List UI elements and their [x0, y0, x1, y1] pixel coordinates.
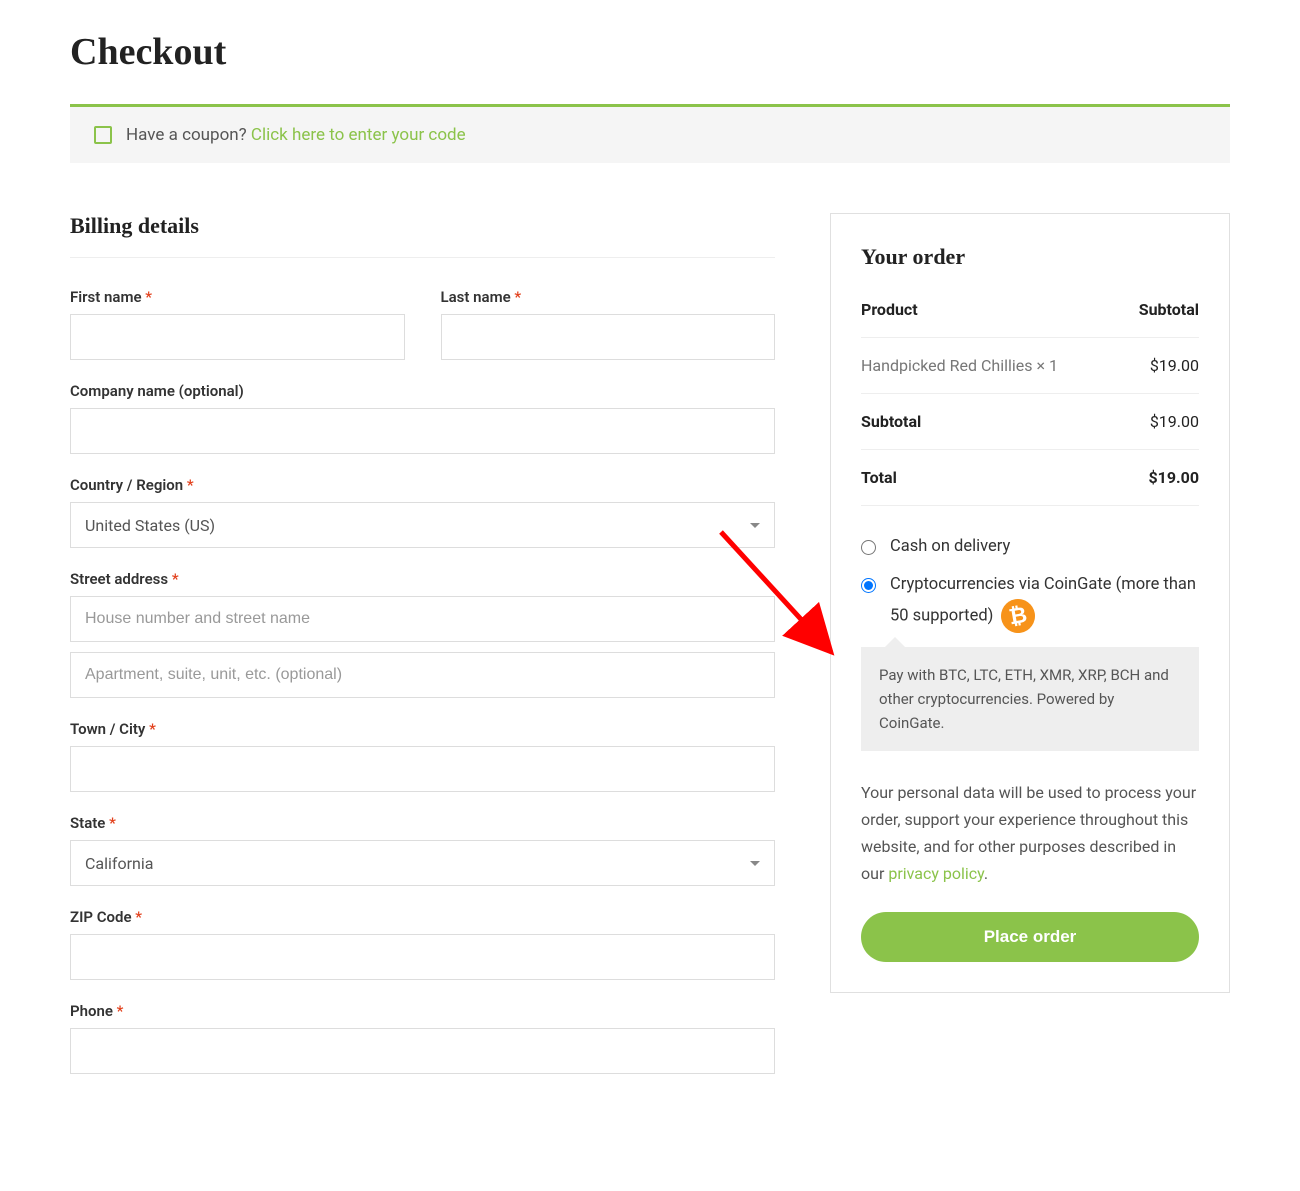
state-value: California [85, 854, 153, 873]
crypto-label-wrap: Cryptocurrencies via CoinGate (more than… [890, 572, 1199, 632]
place-order-button[interactable]: Place order [861, 912, 1199, 962]
payment-option-crypto[interactable]: Cryptocurrencies via CoinGate (more than… [861, 572, 1199, 632]
subtotal-label: Subtotal [861, 394, 1120, 450]
country-select[interactable]: United States (US) [70, 502, 775, 548]
order-table: Product Subtotal Handpicked Red Chillies… [861, 300, 1199, 506]
chevron-down-icon [750, 861, 760, 866]
subtotal-header: Subtotal [1120, 300, 1199, 338]
phone-input[interactable] [70, 1028, 775, 1074]
privacy-policy-link[interactable]: privacy policy [888, 864, 984, 883]
chevron-down-icon [750, 523, 760, 528]
country-label: Country / Region * [70, 476, 775, 494]
cod-label: Cash on delivery [890, 534, 1010, 560]
country-value: United States (US) [85, 516, 215, 535]
page-title: Checkout [70, 30, 1230, 74]
table-row: Handpicked Red Chillies × 1 $19.00 [861, 338, 1199, 394]
coupon-icon [94, 126, 112, 144]
privacy-text-after: . [984, 864, 988, 883]
cod-radio[interactable] [861, 540, 876, 555]
bitcoin-icon: ₿ [999, 596, 1038, 635]
last-name-label: Last name * [441, 288, 776, 306]
product-header: Product [861, 300, 1120, 338]
crypto-radio[interactable] [861, 578, 876, 593]
coupon-notice: Have a coupon? Click here to enter your … [70, 104, 1230, 163]
coupon-text: Have a coupon? Click here to enter your … [126, 125, 466, 145]
billing-heading: Billing details [70, 213, 775, 258]
coupon-link[interactable]: Click here to enter your code [251, 125, 466, 145]
table-row: Total $19.00 [861, 450, 1199, 506]
coupon-prompt: Have a coupon? [126, 125, 251, 145]
crypto-description: Pay with BTC, LTC, ETH, XMR, XRP, BCH an… [861, 647, 1199, 751]
first-name-label: First name * [70, 288, 405, 306]
state-label: State * [70, 814, 775, 832]
zip-label: ZIP Code * [70, 908, 775, 926]
street-label: Street address * [70, 570, 775, 588]
state-select[interactable]: California [70, 840, 775, 886]
table-row: Subtotal $19.00 [861, 394, 1199, 450]
phone-label: Phone * [70, 1002, 775, 1020]
payment-methods: Cash on delivery Cryptocurrencies via Co… [861, 534, 1199, 751]
first-name-input[interactable] [70, 314, 405, 360]
line-item-name: Handpicked Red Chillies × 1 [861, 338, 1120, 394]
line-item-price: $19.00 [1120, 338, 1199, 394]
billing-section: Billing details First name * Last name *… [70, 213, 775, 1096]
street1-input[interactable] [70, 596, 775, 642]
crypto-label: Cryptocurrencies via CoinGate (more than… [890, 575, 1196, 625]
privacy-notice: Your personal data will be used to proce… [861, 779, 1199, 888]
city-label: Town / City * [70, 720, 775, 738]
subtotal-value: $19.00 [1120, 394, 1199, 450]
total-label: Total [861, 450, 1120, 506]
company-input[interactable] [70, 408, 775, 454]
company-label: Company name (optional) [70, 382, 775, 400]
payment-option-cod[interactable]: Cash on delivery [861, 534, 1199, 560]
last-name-input[interactable] [441, 314, 776, 360]
total-value: $19.00 [1120, 450, 1199, 506]
order-summary: Your order Product Subtotal Handpicked R… [830, 213, 1230, 993]
order-heading: Your order [861, 244, 1199, 270]
zip-input[interactable] [70, 934, 775, 980]
city-input[interactable] [70, 746, 775, 792]
street2-input[interactable] [70, 652, 775, 698]
